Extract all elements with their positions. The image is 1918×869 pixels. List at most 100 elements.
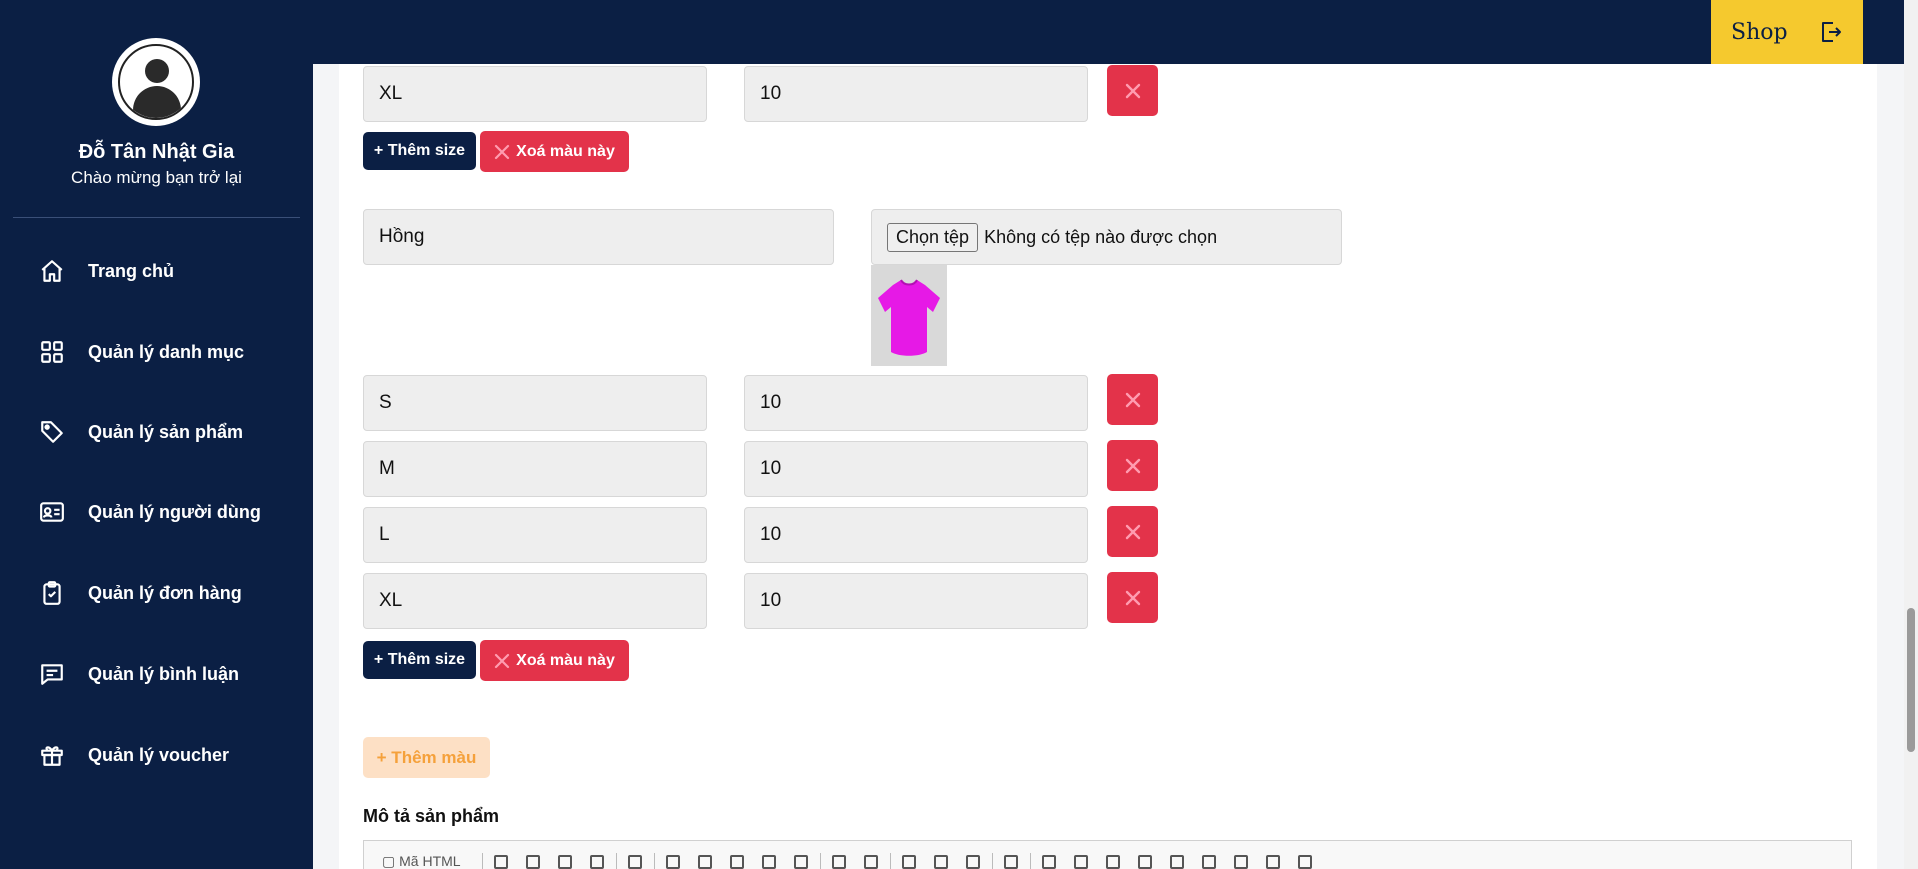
sidebar-item-categories[interactable]: Quản lý danh mục bbox=[0, 327, 313, 377]
logout-icon[interactable] bbox=[1819, 20, 1843, 49]
close-icon bbox=[495, 653, 510, 668]
delete-size-button[interactable] bbox=[1107, 506, 1158, 557]
sidebar-item-home[interactable]: Trang chủ bbox=[0, 246, 313, 296]
close-icon bbox=[495, 144, 510, 159]
templates-icon[interactable] bbox=[628, 855, 642, 869]
print-icon[interactable] bbox=[590, 855, 604, 869]
sidebar-item-orders[interactable]: Quản lý đơn hàng bbox=[0, 568, 313, 618]
editor-toolbar: ▢ Mã HTML bbox=[363, 840, 1852, 869]
sidebar-item-label: Quản lý voucher bbox=[88, 744, 230, 765]
sidebar-item-label: Quản lý bình luận bbox=[88, 663, 240, 684]
quantity-input[interactable]: 10 bbox=[744, 375, 1088, 431]
paste-word-icon[interactable] bbox=[794, 855, 808, 869]
select-field-icon[interactable] bbox=[1202, 855, 1216, 869]
size-input[interactable]: S bbox=[363, 375, 707, 431]
delete-size-button[interactable] bbox=[1107, 65, 1158, 116]
source-icon: ▢ bbox=[382, 853, 400, 869]
grid-icon bbox=[38, 338, 66, 366]
scrollbar-thumb[interactable] bbox=[1907, 608, 1915, 752]
add-size-button[interactable]: + Thêm size bbox=[363, 641, 476, 679]
paste-text-icon[interactable] bbox=[762, 855, 776, 869]
page-scrollbar[interactable] bbox=[1904, 0, 1918, 869]
size-input[interactable]: XL bbox=[363, 66, 707, 122]
close-icon bbox=[1125, 458, 1140, 473]
id-card-icon bbox=[38, 498, 66, 526]
source-html-button[interactable]: ▢ Mã HTML bbox=[382, 853, 461, 869]
sidebar-item-label: Quản lý sản phẩm bbox=[88, 421, 244, 442]
main-content: XL 10 + Thêm size Xoá màu này Hồng Chọn … bbox=[313, 64, 1904, 869]
close-icon bbox=[1125, 83, 1140, 98]
size-input[interactable]: XL bbox=[363, 573, 707, 629]
paste-icon[interactable] bbox=[730, 855, 744, 869]
comment-icon bbox=[38, 660, 66, 688]
sidebar-item-label: Quản lý đơn hàng bbox=[88, 582, 242, 603]
spellcheck-icon[interactable] bbox=[1004, 855, 1018, 869]
welcome-text: Chào mừng bạn trở lại bbox=[71, 168, 242, 187]
user-avatar-icon bbox=[118, 44, 194, 120]
toolbar-separator bbox=[992, 853, 993, 869]
textarea-icon[interactable] bbox=[1170, 855, 1184, 869]
preview-icon[interactable] bbox=[558, 855, 572, 869]
delete-size-button[interactable] bbox=[1107, 374, 1158, 425]
new-page-icon[interactable] bbox=[526, 855, 540, 869]
undo-icon[interactable] bbox=[832, 855, 846, 869]
user-name: Đỗ Tân Nhật Gia bbox=[78, 141, 235, 163]
description-label: Mô tả sản phẩm bbox=[363, 806, 500, 826]
quantity-input[interactable]: 10 bbox=[744, 507, 1088, 563]
delete-size-button[interactable] bbox=[1107, 440, 1158, 491]
quantity-input[interactable]: 10 bbox=[744, 66, 1088, 122]
copy-icon[interactable] bbox=[698, 855, 712, 869]
checkbox-icon[interactable] bbox=[1074, 855, 1088, 869]
delete-color-button[interactable]: Xoá màu này bbox=[480, 640, 629, 681]
radio-icon[interactable] bbox=[1106, 855, 1120, 869]
toolbar-separator bbox=[482, 853, 483, 869]
form-icon[interactable] bbox=[1042, 855, 1056, 869]
save-icon[interactable] bbox=[494, 855, 508, 869]
quantity-input[interactable]: 10 bbox=[744, 441, 1088, 497]
redo-icon[interactable] bbox=[864, 855, 878, 869]
close-icon bbox=[1125, 392, 1140, 407]
find-icon[interactable] bbox=[902, 855, 916, 869]
delete-size-button[interactable] bbox=[1107, 572, 1158, 623]
quantity-input[interactable]: 10 bbox=[744, 573, 1088, 629]
sidebar-item-label: Quản lý danh mục bbox=[88, 341, 245, 362]
tshirt-image bbox=[878, 279, 940, 356]
size-input[interactable]: M bbox=[363, 441, 707, 497]
cut-icon[interactable] bbox=[666, 855, 680, 869]
toolbar-separator bbox=[654, 853, 655, 869]
sidebar-item-vouchers[interactable]: Quản lý voucher bbox=[0, 730, 313, 780]
textfield-icon[interactable] bbox=[1138, 855, 1152, 869]
delete-color-label: Xoá màu này bbox=[516, 651, 615, 669]
top-bar bbox=[313, 0, 1918, 64]
select-all-icon[interactable] bbox=[966, 855, 980, 869]
source-label: Mã HTML bbox=[399, 853, 461, 869]
file-status-text: Không có tệp nào được chọn bbox=[984, 226, 1218, 247]
size-input[interactable]: L bbox=[363, 507, 707, 563]
replace-icon[interactable] bbox=[934, 855, 948, 869]
button-field-icon[interactable] bbox=[1234, 855, 1248, 869]
product-form-card: XL 10 + Thêm size Xoá màu này Hồng Chọn … bbox=[339, 64, 1877, 869]
sidebar-item-users[interactable]: Quản lý người dùng bbox=[0, 487, 313, 537]
toolbar-separator bbox=[820, 853, 821, 869]
tag-icon bbox=[38, 418, 66, 446]
sidebar-item-label: Trang chủ bbox=[88, 260, 175, 281]
choose-file-button[interactable]: Chọn tệp bbox=[887, 222, 979, 252]
color-name-input[interactable]: Hồng bbox=[363, 209, 834, 265]
color-image-preview bbox=[871, 265, 947, 366]
add-color-button[interactable]: + Thêm màu bbox=[363, 737, 490, 778]
close-icon bbox=[1125, 590, 1140, 605]
image-file-input[interactable]: Chọn tệp Không có tệp nào được chọn bbox=[871, 209, 1342, 265]
sidebar-item-products[interactable]: Quản lý sản phẩm bbox=[0, 407, 313, 457]
shop-button[interactable]: Shop bbox=[1711, 0, 1863, 64]
home-icon bbox=[38, 257, 66, 285]
sidebar: Đỗ Tân Nhật Gia Chào mừng bạn trở lại Tr… bbox=[0, 0, 313, 869]
sidebar-divider bbox=[13, 217, 300, 218]
toolbar-separator bbox=[1030, 853, 1031, 869]
delete-color-button[interactable]: Xoá màu này bbox=[480, 131, 629, 172]
hidden-field-icon[interactable] bbox=[1298, 855, 1312, 869]
add-size-button[interactable]: + Thêm size bbox=[363, 132, 476, 170]
toolbar-separator bbox=[616, 853, 617, 869]
sidebar-item-comments[interactable]: Quản lý bình luận bbox=[0, 649, 313, 699]
gift-icon bbox=[38, 741, 66, 769]
image-button-icon[interactable] bbox=[1266, 855, 1280, 869]
